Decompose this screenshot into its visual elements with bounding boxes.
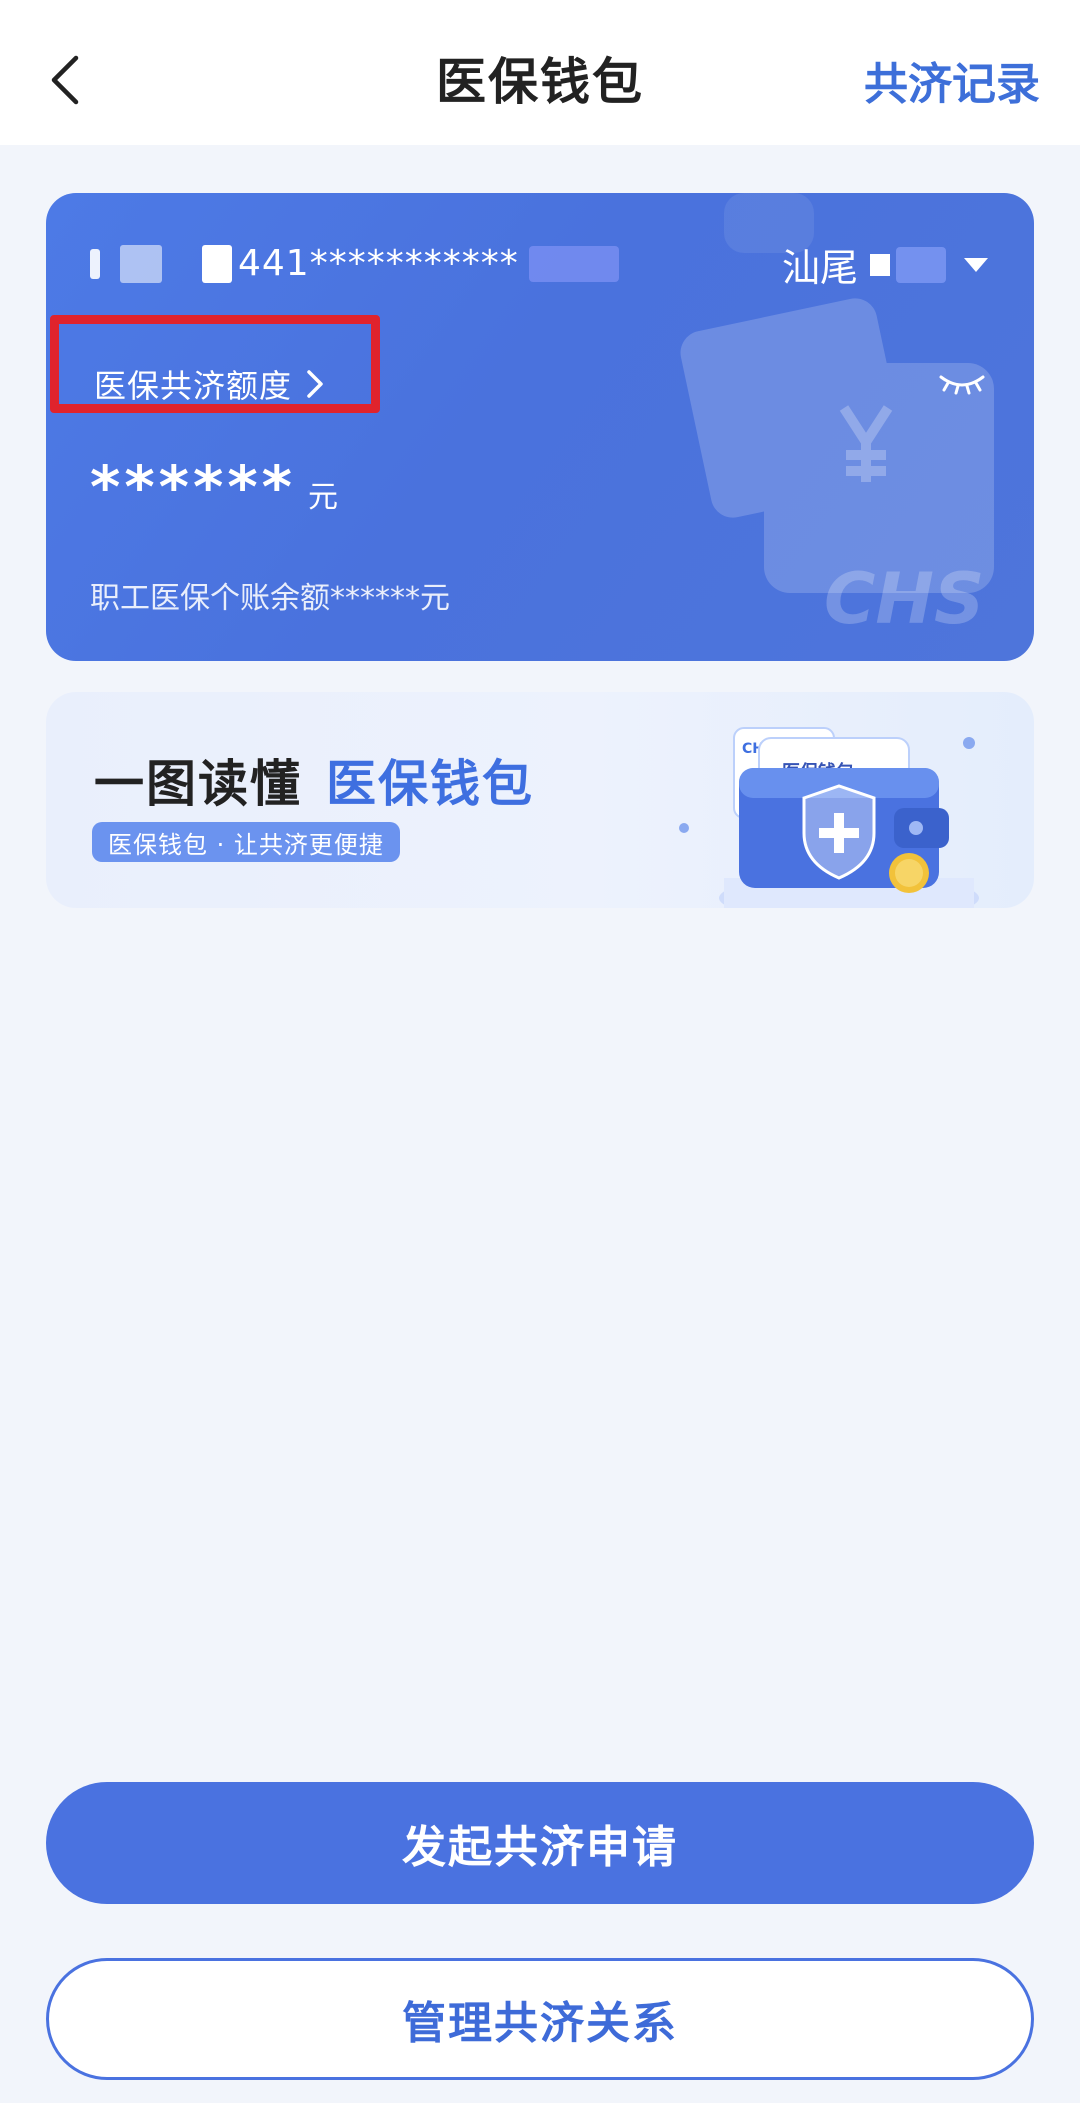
quota-amount: ****** [90,453,296,521]
page: 医保钱包 共济记录 CHS 441*********** 汕尾 医保共济额度 *… [0,0,1080,2103]
quota-label: 医保共济额度 [94,367,293,405]
card-logo-text: CHS [824,558,984,640]
top-navigation-bar: 医保钱包 共济记录 [0,0,1080,145]
city-selector[interactable]: 汕尾 [782,237,990,292]
wallet-card: CHS 441*********** 汕尾 医保共济额度 ****** 元 职工… [46,193,1034,661]
mask-block [528,245,619,282]
caret-down-icon [964,257,988,272]
start-sharing-request-button[interactable]: 发起共济申请 [46,1782,1034,1904]
account-balance: 职工医保个账余额******元 [90,581,450,616]
manage-sharing-relations-button[interactable]: 管理共济关系 [46,1958,1034,2080]
banner-title: 一图读懂 医保钱包 [94,744,534,816]
banner-title-part1: 一图读懂 [94,755,302,813]
mask-block [90,248,100,279]
wallet-shield-illustration-icon: CHS 医保钱包 [679,727,979,908]
mask-block [870,253,890,276]
records-link[interactable]: 共济记录 [864,48,1040,112]
chevron-right-icon [307,370,323,398]
eye-closed-icon[interactable] [938,371,986,395]
city-label: 汕尾 [781,246,858,290]
mask-block [202,244,232,283]
quota-link[interactable]: 医保共济额度 [94,361,324,407]
card-id-row: 441*********** [90,243,619,284]
mask-block [120,244,162,283]
banner-subtitle-pill: 医保钱包 · 让共济更便捷 [92,822,400,862]
banner-title-part2: 医保钱包 [326,755,534,813]
amount-unit: 元 [308,480,338,515]
amount-row: ****** 元 [90,453,338,521]
info-banner[interactable]: 一图读懂 医保钱包 医保钱包 · 让共济更便捷 CHS 医保钱包 [46,692,1034,908]
card-id-number: 441*********** [238,243,519,284]
mask-block [896,246,946,283]
